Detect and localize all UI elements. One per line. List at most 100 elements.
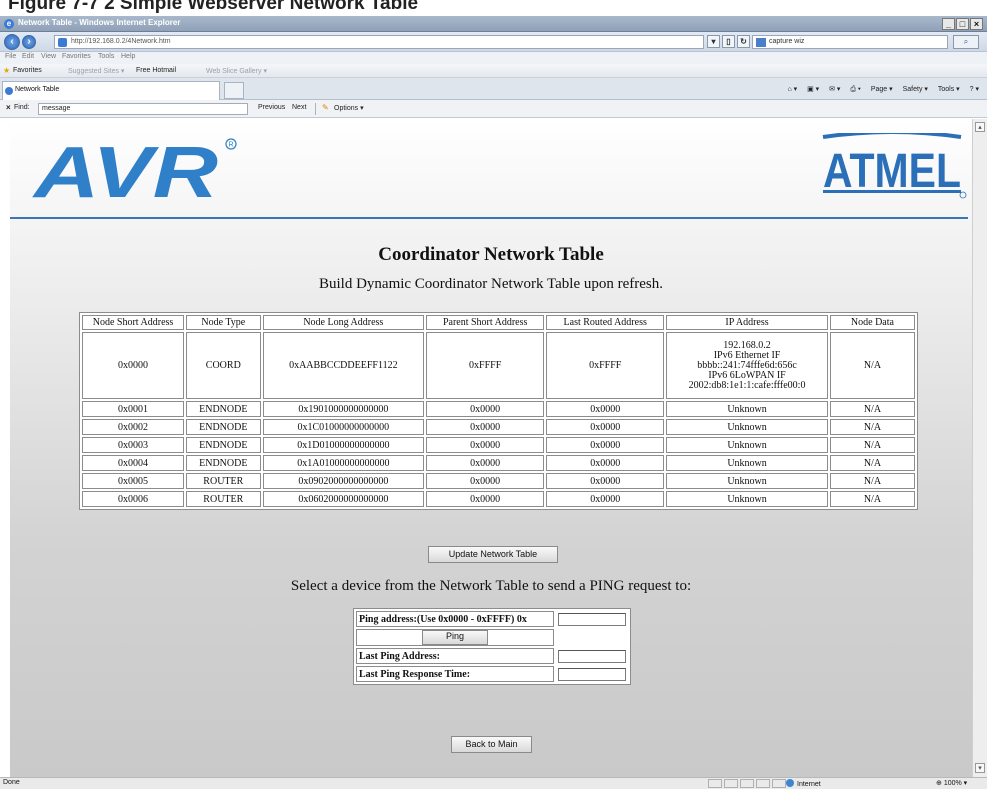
- page-content: AVR R ATMEL Coordinator Network Table Bu…: [10, 119, 972, 777]
- zoom-level[interactable]: ⊕ 100% ▾: [936, 779, 967, 787]
- cell-long-address: 0x0602000000000000: [262, 491, 425, 507]
- back-to-main-button[interactable]: Back to Main: [451, 736, 532, 753]
- ping-button-spacer: [556, 629, 628, 646]
- table-row: 0x0003 ENDNODE 0x1D01000000000000 0x0000…: [82, 437, 915, 453]
- find-input[interactable]: message: [38, 103, 248, 115]
- cell-ip-address: Unknown: [666, 401, 828, 417]
- last-ping-time-field[interactable]: [558, 667, 626, 681]
- address-bar: ‹ › http://192.168.0.2/4Network.htm ▾ ▯ …: [0, 32, 987, 52]
- col-header-long-address: Node Long Address: [262, 315, 425, 330]
- command-tools[interactable]: Tools ▾: [938, 86, 960, 93]
- favorites-button[interactable]: Favorites: [13, 67, 42, 74]
- find-label: Find:: [14, 104, 30, 111]
- cell-last-routed: 0x0000: [546, 473, 665, 489]
- cell-parent-short: 0xFFFF: [426, 332, 545, 399]
- maximize-button[interactable]: □: [956, 18, 969, 30]
- menu-item-file[interactable]: File: [5, 53, 16, 60]
- ping-form: Ping address:(Use 0x0000 - 0xFFFF) 0x Pi…: [353, 608, 631, 685]
- find-options-button[interactable]: Options ▾: [334, 104, 364, 112]
- avr-logo: AVR R: [32, 135, 237, 211]
- refresh-icon[interactable]: ↻: [737, 35, 750, 48]
- cell-long-address: 0x1D01000000000000: [262, 437, 425, 453]
- table-header-row: Node Short Address Node Type Node Long A…: [82, 315, 915, 330]
- search-provider-icon: [756, 38, 766, 47]
- cell-node-data: N/A: [829, 455, 915, 471]
- cell-node-type: ENDNODE: [186, 455, 261, 471]
- new-tab-button[interactable]: [224, 82, 244, 99]
- search-input[interactable]: capture wiz: [752, 35, 948, 49]
- menu-item-tools[interactable]: Tools: [98, 53, 114, 60]
- last-ping-address-field[interactable]: [558, 649, 626, 663]
- figure-caption: Figure 7-7 2 Simple Webserver Network Ta…: [0, 0, 987, 16]
- col-header-node-data: Node Data: [829, 315, 915, 330]
- cell-node-type: ROUTER: [186, 473, 261, 489]
- cell-short-address: 0x0003: [82, 437, 185, 453]
- forward-arrow-icon[interactable]: ›: [22, 35, 36, 49]
- zone-label: Internet: [797, 781, 821, 788]
- cell-short-address: 0x0004: [82, 455, 185, 471]
- feeds-icon[interactable]: ▣ ▾: [807, 86, 819, 93]
- scroll-down-arrow-icon[interactable]: ▾: [975, 763, 985, 773]
- cell-ip-address: Unknown: [666, 437, 828, 453]
- ip-line-eth-label: IPv6 Ethernet IF: [713, 349, 781, 361]
- cell-long-address: 0x1901000000000000: [262, 401, 425, 417]
- minimize-button[interactable]: _: [942, 18, 955, 30]
- cell-short-address: 0x0001: [82, 401, 185, 417]
- cell-node-type: ROUTER: [186, 491, 261, 507]
- print-icon[interactable]: ⎙ ▾: [850, 86, 861, 93]
- figure-caption-text: Figure 7-7 2 Simple Webserver Network Ta…: [8, 0, 419, 14]
- back-arrow-icon[interactable]: ‹: [4, 34, 20, 50]
- search-icon[interactable]: ⌕: [953, 35, 979, 49]
- close-find-icon[interactable]: ×: [6, 103, 11, 112]
- ping-address-row: Ping address:(Use 0x0000 - 0xFFFF) 0x: [356, 611, 628, 627]
- fav-link-free-hotmail[interactable]: Free Hotmail: [136, 67, 176, 74]
- ping-address-input[interactable]: [558, 612, 626, 626]
- find-previous-button[interactable]: Previous: [258, 104, 285, 111]
- mail-icon[interactable]: ✉ ▾: [829, 86, 840, 93]
- cell-last-routed: 0x0000: [546, 491, 665, 507]
- menu-item-favorites[interactable]: Favorites: [62, 53, 91, 60]
- last-ping-address-cell: [556, 648, 628, 664]
- fav-link-suggested-sites[interactable]: Suggested Sites ▾: [68, 67, 124, 75]
- tab-network-table[interactable]: Network Table: [2, 81, 220, 100]
- status-pane: [708, 779, 722, 788]
- cell-ip-address: Unknown: [666, 455, 828, 471]
- last-ping-address-row: Last Ping Address:: [356, 648, 628, 664]
- cell-short-address: 0x0005: [82, 473, 185, 489]
- menu-item-view[interactable]: View: [41, 53, 56, 60]
- cell-node-data: N/A: [829, 491, 915, 507]
- command-safety[interactable]: Safety ▾: [903, 86, 928, 93]
- status-pane: [740, 779, 754, 788]
- update-network-table-button[interactable]: Update Network Table: [428, 546, 558, 563]
- scroll-up-arrow-icon[interactable]: ▴: [975, 122, 985, 132]
- find-separator: [315, 103, 316, 115]
- dropdown-chevron-icon[interactable]: ▾: [707, 35, 720, 48]
- cell-ip-address: Unknown: [666, 473, 828, 489]
- url-input[interactable]: http://192.168.0.2/4Network.htm: [54, 35, 704, 49]
- vertical-scrollbar[interactable]: ▴ ▾: [972, 119, 987, 777]
- table-row: 0x0006 ROUTER 0x0602000000000000 0x0000 …: [82, 491, 915, 507]
- security-zone[interactable]: Internet: [786, 779, 821, 788]
- page-title: Coordinator Network Table: [378, 244, 604, 265]
- search-text: capture wiz: [769, 38, 805, 45]
- tab-page-icon: [5, 87, 13, 95]
- menu-item-help[interactable]: Help: [121, 53, 135, 60]
- home-icon[interactable]: ⌂ ▾: [787, 86, 797, 93]
- cell-node-data: N/A: [829, 419, 915, 435]
- ping-button[interactable]: Ping: [422, 630, 488, 645]
- command-page[interactable]: Page ▾: [871, 86, 893, 93]
- network-table: Node Short Address Node Type Node Long A…: [79, 312, 918, 510]
- help-icon[interactable]: ? ▾: [970, 86, 979, 93]
- ping-button-row: Ping: [356, 629, 628, 646]
- highlight-icon[interactable]: ✎: [322, 103, 329, 112]
- menu-item-edit[interactable]: Edit: [22, 53, 34, 60]
- find-next-button[interactable]: Next: [292, 104, 306, 111]
- ip-line-ipv4: 192.168.0.2: [723, 339, 771, 351]
- fav-link-web-slice-gallery[interactable]: Web Slice Gallery ▾: [206, 67, 267, 75]
- compatibility-icon[interactable]: ▯: [722, 35, 735, 48]
- close-window-button[interactable]: ×: [970, 18, 983, 30]
- status-text: Done: [3, 779, 20, 786]
- window-controls: _ □ ×: [942, 18, 983, 30]
- page-icon: [58, 38, 67, 47]
- cell-long-address: 0x1C01000000000000: [262, 419, 425, 435]
